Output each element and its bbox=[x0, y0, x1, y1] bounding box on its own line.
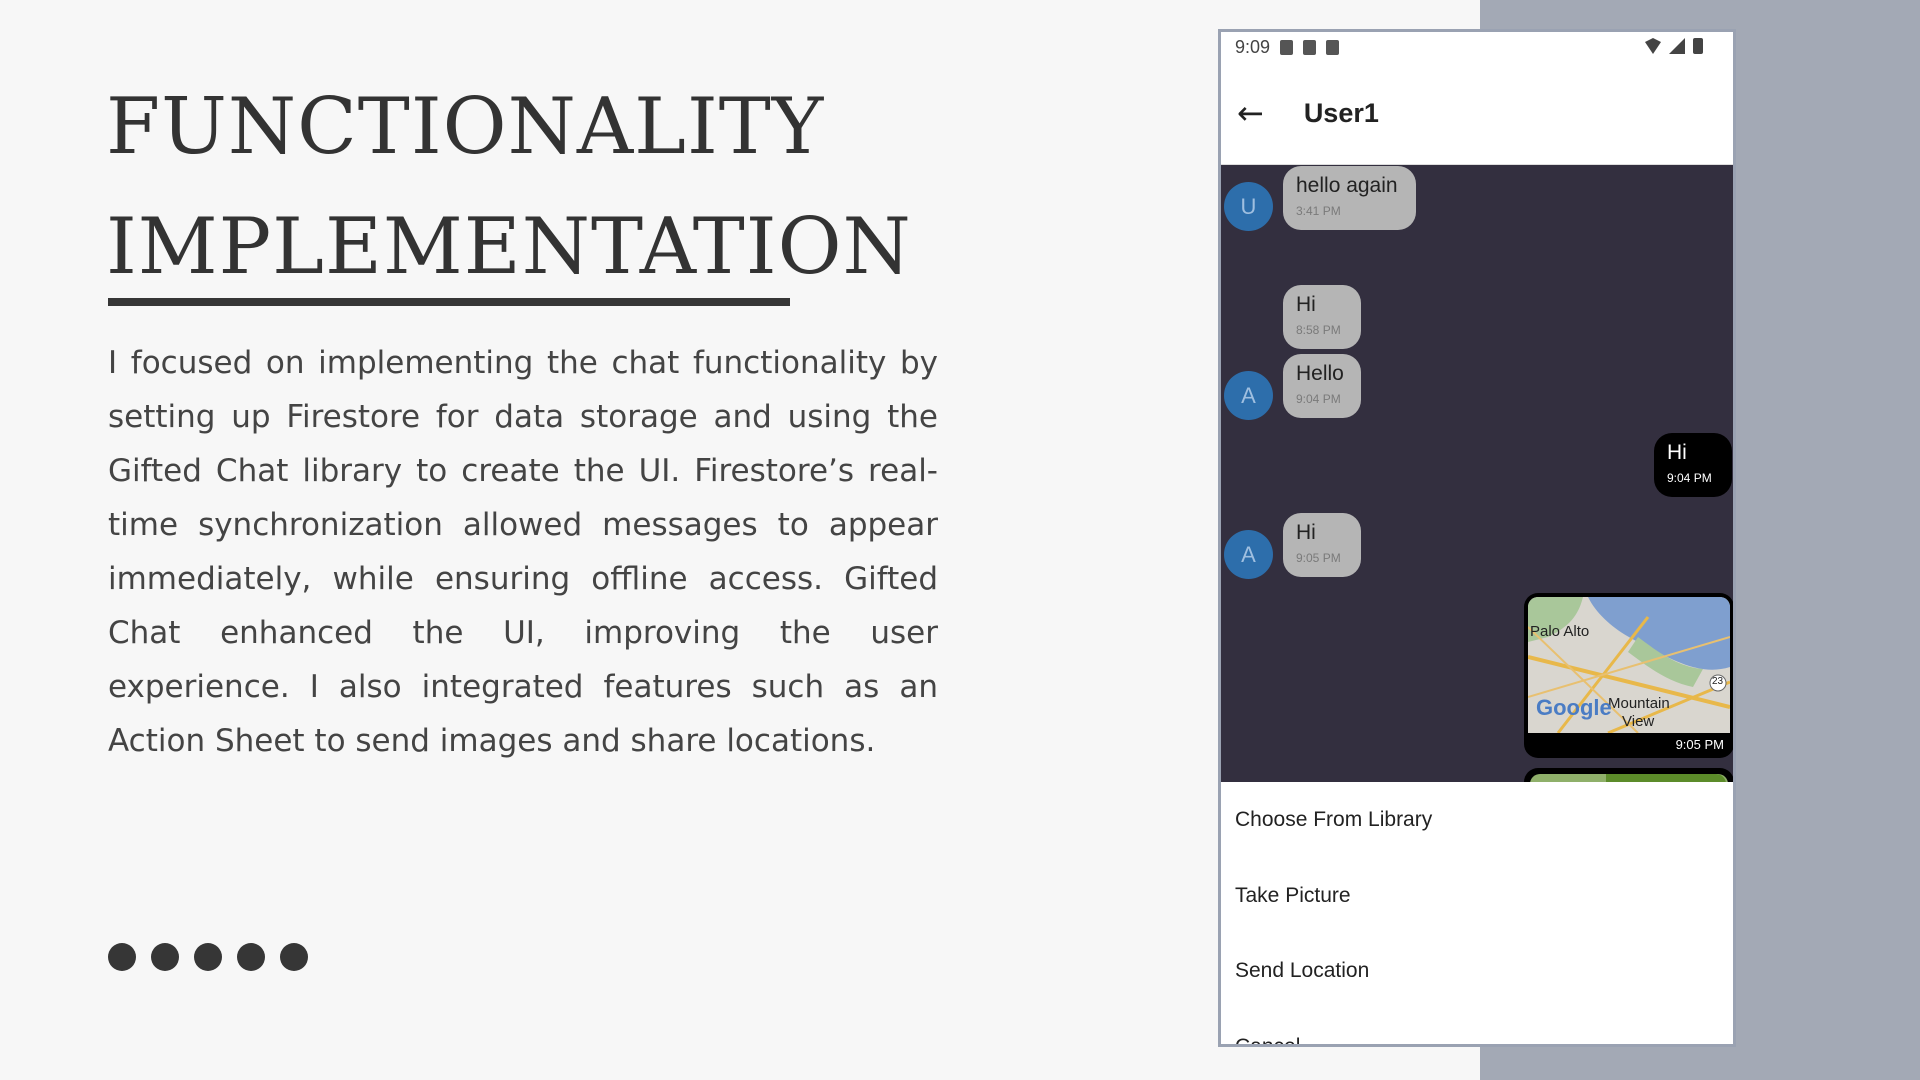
slide-body-text: I focused on implementing the chat funct… bbox=[108, 345, 938, 759]
title-underline bbox=[108, 298, 790, 306]
message-bubble-outgoing[interactable]: Hi 9:04 PM bbox=[1654, 433, 1732, 497]
action-send-location[interactable]: Send Location bbox=[1235, 959, 1369, 983]
message-time: 9:04 PM bbox=[1667, 471, 1712, 485]
message-text: hello again bbox=[1296, 174, 1398, 197]
message-text: Hi bbox=[1667, 441, 1687, 464]
shield-icon bbox=[1280, 39, 1294, 55]
status-time: 9:09 bbox=[1235, 36, 1271, 57]
dot bbox=[151, 943, 179, 971]
road-badge: 23 bbox=[1712, 676, 1724, 687]
dot bbox=[194, 943, 222, 971]
message-bubble[interactable]: Hi 9:05 PM bbox=[1283, 513, 1361, 577]
back-arrow-icon[interactable]: ← bbox=[1237, 94, 1264, 132]
status-bar: 9:09 bbox=[1221, 32, 1733, 62]
map-label: View bbox=[1622, 713, 1655, 730]
message-time: 9:05 PM bbox=[1296, 551, 1341, 565]
font-icon bbox=[1303, 39, 1317, 55]
action-cancel[interactable]: Cancel bbox=[1235, 1035, 1300, 1044]
signal-icon bbox=[1669, 38, 1685, 54]
map-label: Mountain bbox=[1608, 695, 1670, 712]
action-sheet: Choose From Library Take Picture Send Lo… bbox=[1221, 782, 1733, 1044]
message-text: Hi bbox=[1296, 293, 1316, 316]
status-right bbox=[1645, 38, 1703, 54]
map-label: Palo Alto bbox=[1530, 623, 1590, 640]
dot bbox=[237, 943, 265, 971]
sd-card-icon bbox=[1326, 39, 1340, 55]
message-text: Hello bbox=[1296, 362, 1344, 385]
image-message-partial[interactable] bbox=[1524, 768, 1733, 782]
slide-title-line1: FUNCTIONALITY bbox=[106, 82, 825, 172]
wifi-icon bbox=[1645, 38, 1661, 54]
message-time: 9:05 PM bbox=[1675, 737, 1724, 752]
message-bubble[interactable]: Hi 8:58 PM bbox=[1283, 285, 1361, 349]
message-text: Hi bbox=[1296, 521, 1316, 544]
google-logo: Google bbox=[1536, 695, 1612, 720]
message-time: 8:58 PM bbox=[1296, 323, 1341, 337]
action-choose-from-library[interactable]: Choose From Library bbox=[1235, 808, 1432, 832]
image-thumbnail-shade bbox=[1606, 774, 1726, 782]
dot bbox=[280, 943, 308, 971]
chat-area[interactable]: U hello again 3:41 PM Hi 8:58 PM A Hello… bbox=[1221, 165, 1733, 782]
slide-title-line2: IMPLEMENTATION bbox=[106, 202, 912, 292]
chat-header: ← User1 bbox=[1221, 62, 1733, 165]
battery-icon bbox=[1693, 38, 1703, 54]
map-thumbnail[interactable]: Palo Alto Mountain View 23 Google bbox=[1528, 597, 1730, 733]
avatar[interactable]: A bbox=[1224, 530, 1273, 579]
action-take-picture[interactable]: Take Picture bbox=[1235, 884, 1351, 908]
avatar[interactable]: U bbox=[1224, 182, 1273, 231]
message-bubble[interactable]: Hello 9:04 PM bbox=[1283, 354, 1361, 418]
avatar[interactable]: A bbox=[1224, 371, 1273, 420]
location-message[interactable]: Palo Alto Mountain View 23 Google 9:05 P… bbox=[1524, 593, 1733, 758]
chat-title: User1 bbox=[1303, 97, 1379, 128]
dot bbox=[108, 943, 136, 971]
message-time: 9:04 PM bbox=[1296, 392, 1341, 406]
message-time: 3:41 PM bbox=[1296, 204, 1341, 218]
decorative-dots bbox=[108, 943, 308, 971]
phone-screenshot: 9:09 ← User1 U hello again 3:41 PM Hi 8:… bbox=[1218, 29, 1736, 1047]
message-bubble[interactable]: hello again 3:41 PM bbox=[1283, 166, 1416, 230]
